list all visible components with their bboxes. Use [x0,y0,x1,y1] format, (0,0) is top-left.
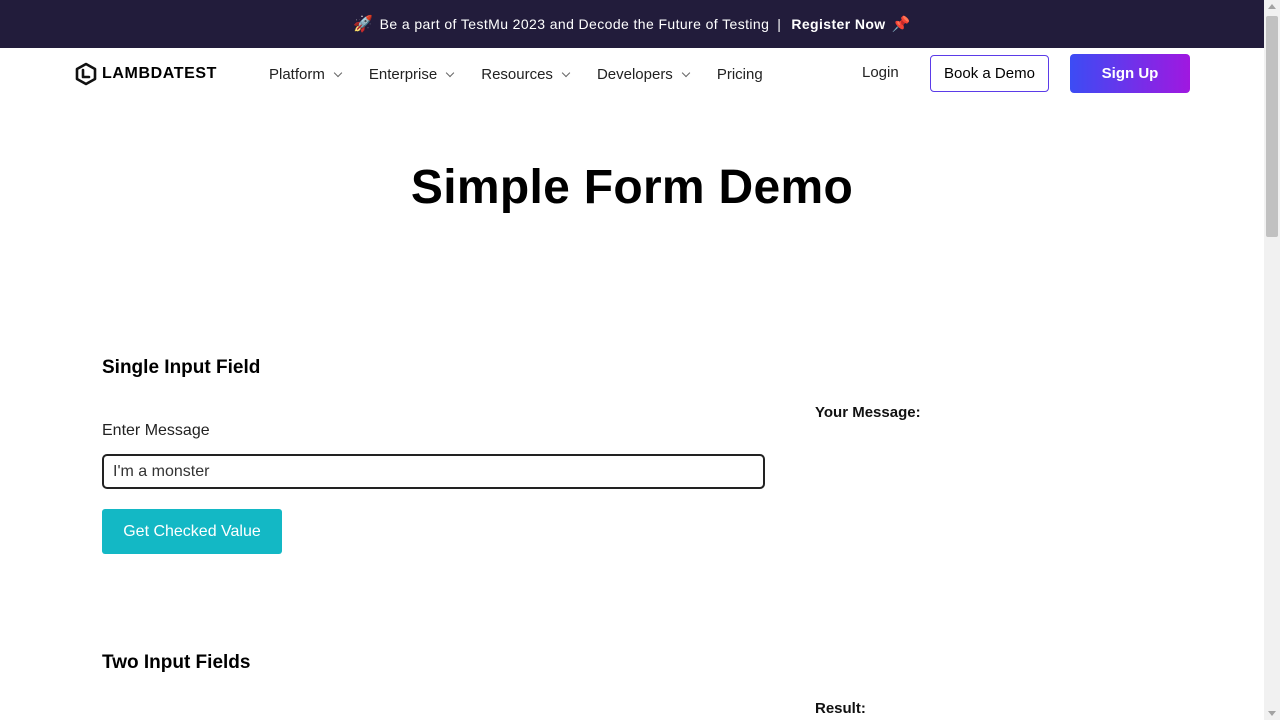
scroll-down-arrow-icon[interactable] [1268,711,1276,716]
lambdatest-logo-icon [75,62,97,86]
single-input-heading: Single Input Field [102,357,261,378]
banner-text: Be a part of TestMu 2023 and Decode the … [379,16,770,32]
get-checked-value-button[interactable]: Get Checked Value [102,509,282,554]
primary-nav: Platform Enterprise Resources Developers… [269,64,791,84]
banner-separator: | [777,16,782,32]
scrollbar-thumb[interactable] [1266,16,1278,237]
logo-text: LAMBDATEST [102,65,218,82]
two-inputs-heading: Two Input Fields [102,652,251,673]
nav-label: Developers [596,65,673,83]
lambdatest-logo[interactable]: LAMBDATEST [74,60,217,88]
signup-button[interactable]: Sign Up [1070,54,1190,93]
enter-message-label: Enter Message [102,422,210,439]
register-now-link[interactable]: Register Now [791,16,885,32]
promo-banner: 🚀 Be a part of TestMu 2023 and Decode th… [0,0,1264,48]
scroll-up-arrow-icon[interactable] [1268,4,1276,9]
chevron-down-icon [333,68,343,77]
rocket-icon: 🚀 [353,16,374,33]
chevron-down-icon [445,68,455,77]
login-link[interactable]: Login [862,64,899,81]
nav-label: Resources [481,65,553,83]
your-message-label: Your Message: [815,404,921,421]
result-label: Result: [815,700,866,717]
page-scrollbar[interactable] [1264,0,1280,720]
main-navbar: LAMBDATEST Platform Enterprise Resources… [0,48,1264,100]
nav-item-platform[interactable]: Platform [269,65,343,83]
message-input[interactable] [102,454,765,489]
nav-label: Enterprise [368,65,438,83]
page-title: Simple Form Demo [410,161,854,214]
nav-label: Platform [269,65,325,83]
chevron-down-icon [561,68,571,77]
nav-item-developers[interactable]: Developers [596,65,691,83]
nav-label: Pricing [716,65,763,83]
book-demo-button[interactable]: Book a Demo [930,55,1049,92]
chevron-down-icon [681,68,691,77]
pushpin-icon: 📌 [891,16,911,33]
nav-item-pricing[interactable]: Pricing [717,66,763,83]
nav-item-enterprise[interactable]: Enterprise [368,65,455,83]
nav-item-resources[interactable]: Resources [481,65,571,83]
